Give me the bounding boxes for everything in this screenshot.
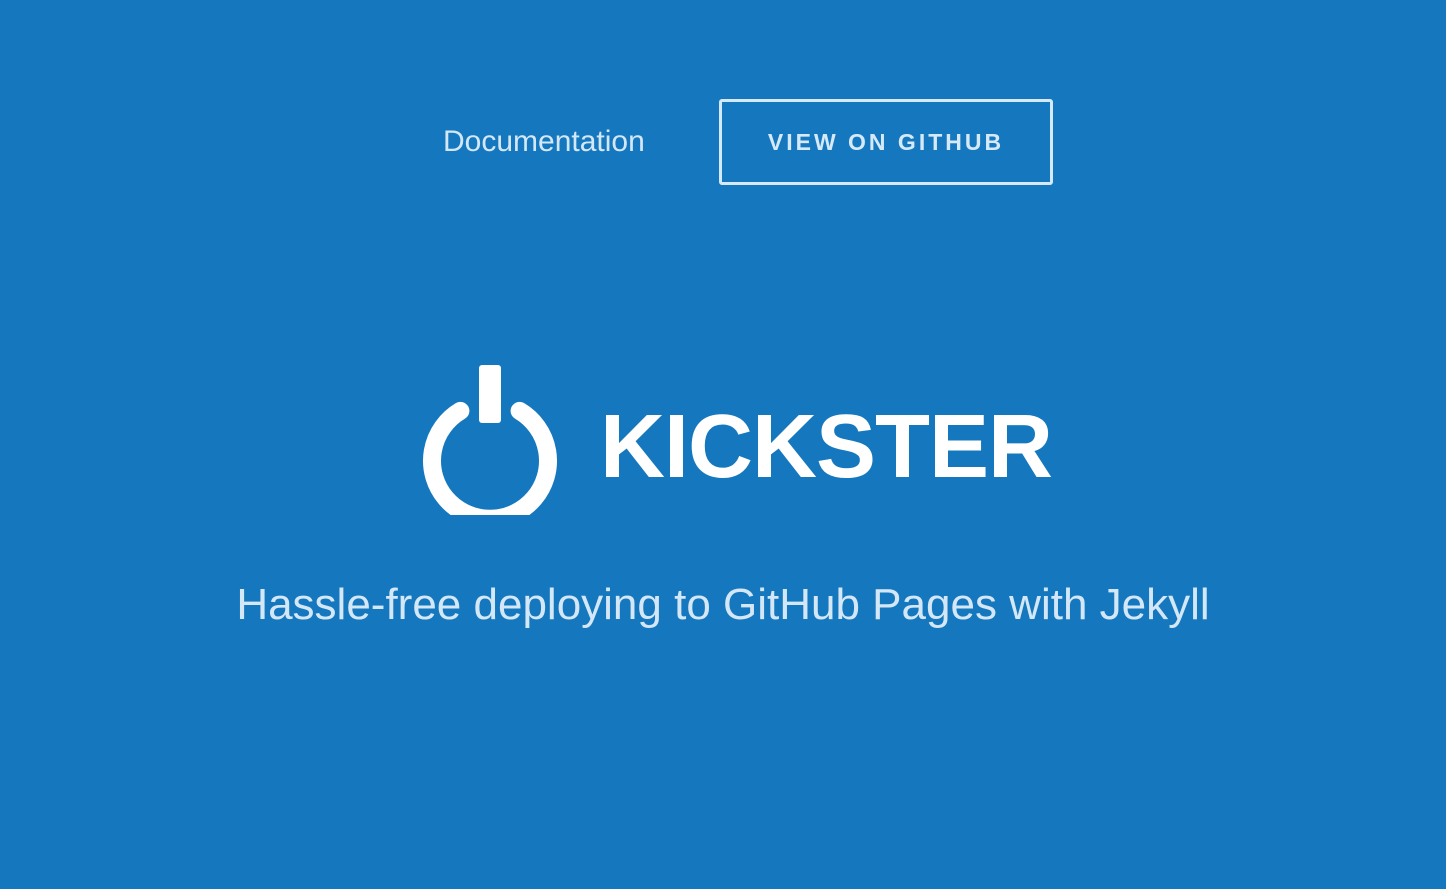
top-navigation: Documentation VIEW ON GITHUB (0, 99, 1446, 185)
landing-page: Documentation VIEW ON GITHUB KICKSTER Ha… (0, 0, 1446, 889)
view-on-github-button[interactable]: VIEW ON GITHUB (719, 99, 1053, 185)
documentation-link[interactable]: Documentation (443, 99, 683, 185)
power-icon (423, 365, 557, 515)
brand-wordmark: KICKSTER (600, 397, 1053, 497)
hero-logo: KICKSTER (420, 363, 1053, 515)
hero-tagline: Hassle-free deploying to GitHub Pages wi… (236, 580, 1210, 629)
